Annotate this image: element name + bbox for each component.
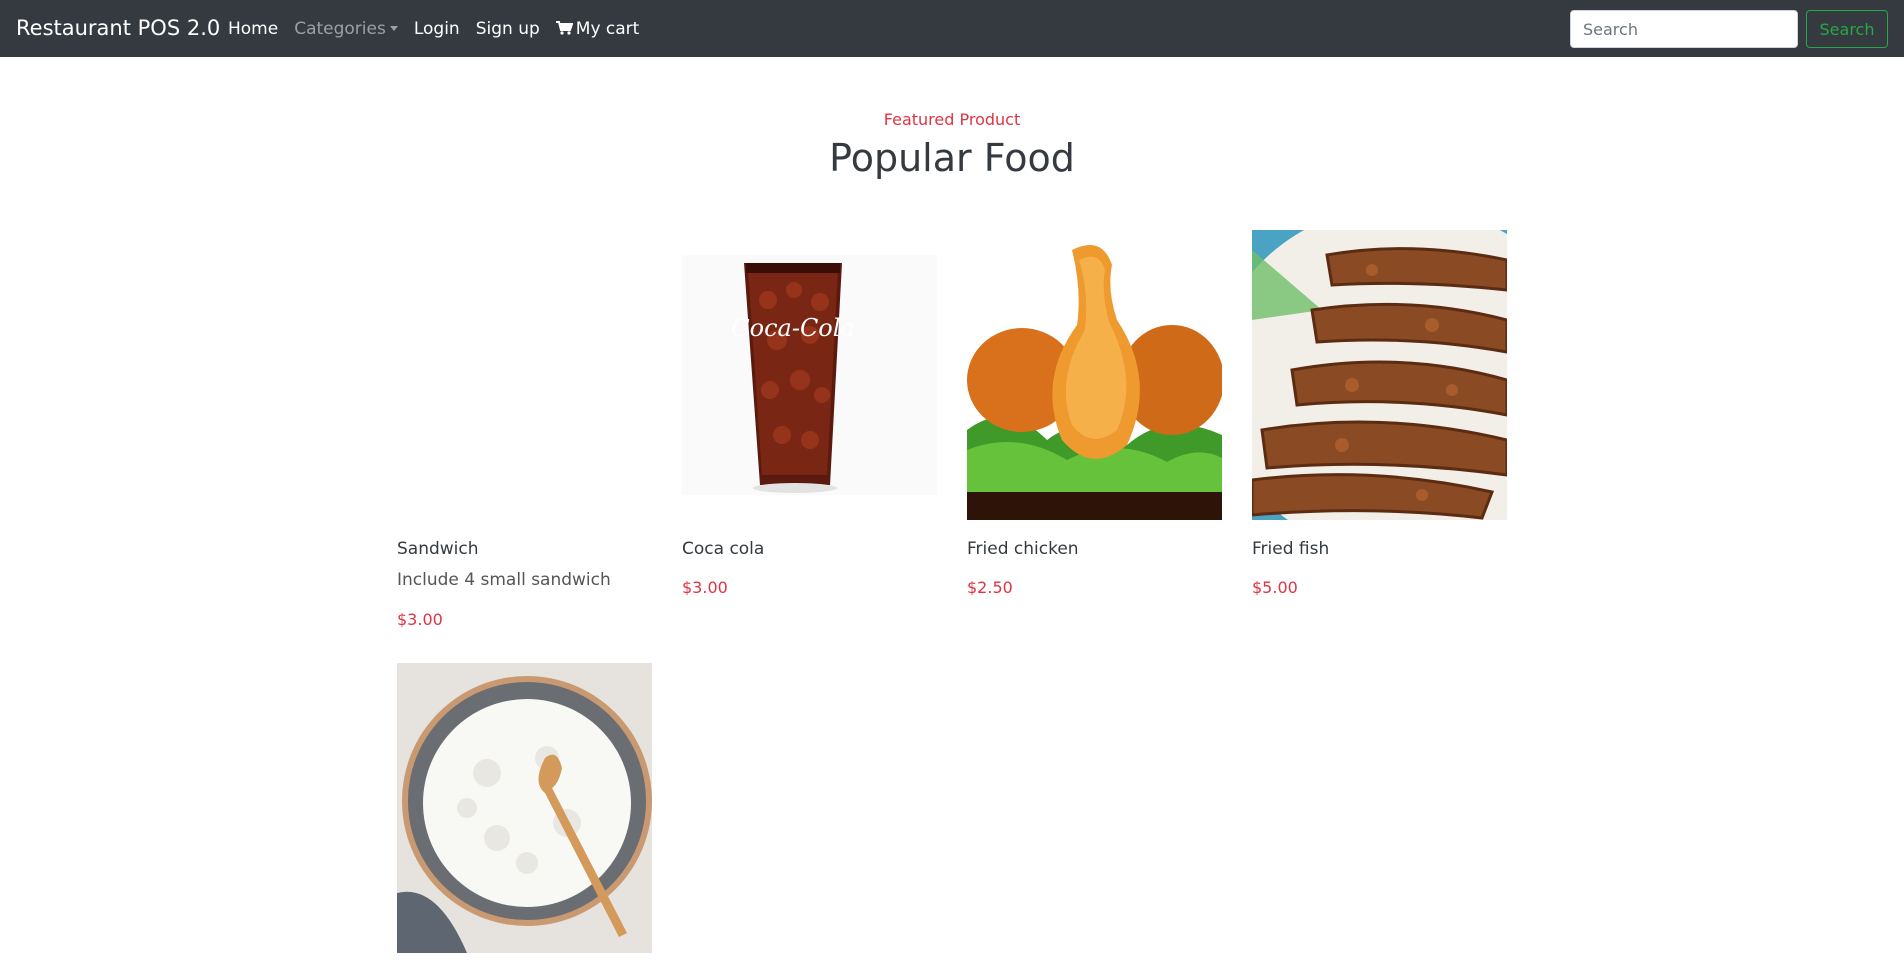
product-price: $5.00 bbox=[1252, 578, 1298, 597]
product-card-sandwich[interactable]: Sandwich Include 4 small sandwich $3.00 bbox=[397, 230, 652, 629]
product-card-rice[interactable] bbox=[397, 663, 652, 953]
nav-cart-link[interactable]: My cart bbox=[555, 18, 640, 40]
product-name: Fried chicken bbox=[967, 539, 1079, 559]
product-card-fried-fish[interactable]: Fried fish $5.00 bbox=[1252, 230, 1507, 597]
product-name: Coca cola bbox=[682, 539, 765, 559]
top-navbar: Restaurant POS 2.0 Home Categories Login… bbox=[0, 0, 1904, 57]
fried-chicken-image bbox=[967, 230, 1222, 520]
product-name: Sandwich bbox=[397, 539, 479, 559]
section-label: Featured Product bbox=[883, 110, 1021, 129]
product-price: $2.50 bbox=[967, 578, 1013, 597]
product-card-coca-cola[interactable]: Coca-Cola Coca cola $3.00 bbox=[682, 230, 937, 597]
brand-logo-text[interactable]: Restaurant POS 2.0 bbox=[16, 15, 220, 42]
cart-icon bbox=[555, 21, 573, 35]
cart-label: My cart bbox=[575, 19, 640, 39]
product-description: Include 4 small sandwich bbox=[397, 570, 611, 590]
chevron-down-icon bbox=[389, 26, 398, 31]
product-price: $3.00 bbox=[397, 610, 443, 629]
blank-image bbox=[397, 230, 652, 520]
nav-categories-dropdown[interactable]: Categories bbox=[294, 18, 398, 40]
product-price: $3.00 bbox=[682, 578, 728, 597]
cola-glass-image: Coca-Cola bbox=[682, 230, 937, 520]
product-name: Fried fish bbox=[1252, 539, 1330, 559]
categories-label: Categories bbox=[294, 19, 386, 39]
search-input[interactable] bbox=[1570, 10, 1798, 48]
search-button[interactable]: Search bbox=[1806, 10, 1888, 48]
nav-signup-link[interactable]: Sign up bbox=[476, 18, 540, 40]
section-title: Popular Food bbox=[829, 136, 1075, 180]
product-card-fried-chicken[interactable]: Fried chicken $2.50 bbox=[967, 230, 1222, 597]
fried-fish-image bbox=[1252, 230, 1507, 520]
rice-bowl-image bbox=[397, 663, 652, 953]
svg-text:Coca-Cola: Coca-Cola bbox=[731, 314, 854, 342]
nav-links: Home Categories Login Sign up My cart bbox=[228, 18, 655, 40]
nav-home-link[interactable]: Home bbox=[228, 18, 278, 40]
nav-login-link[interactable]: Login bbox=[414, 18, 460, 40]
